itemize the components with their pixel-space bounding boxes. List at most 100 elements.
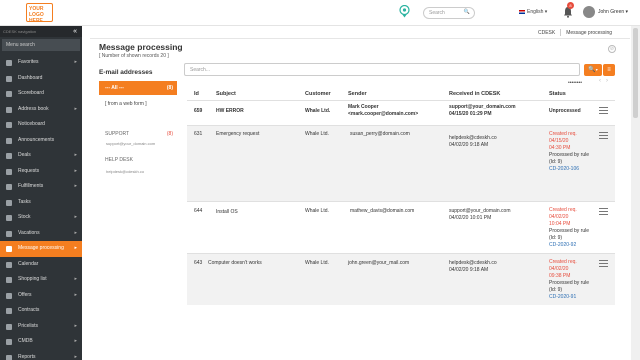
list-options-button[interactable]: ≡	[603, 64, 615, 76]
global-search-placeholder: Search	[429, 10, 445, 16]
divider	[90, 38, 630, 39]
row-status-time: 10:04 PM	[549, 221, 571, 227]
folder-web-form[interactable]: [ from a web form ]	[99, 101, 177, 107]
column-header-sender[interactable]: Sender	[348, 91, 367, 97]
sidebar-item-deals[interactable]: Deals ▸	[0, 148, 82, 164]
row-id: 631	[194, 131, 203, 137]
contracts-icon	[6, 308, 12, 314]
row-status-ref-link[interactable]: CD-2020-92	[549, 242, 576, 249]
sidebar-item-announcements[interactable]: Announcements	[0, 133, 82, 149]
breadcrumb-item-cdesk[interactable]: CDESK	[538, 30, 555, 36]
row-received-at: 04/15/20 01:29 PM	[449, 111, 492, 117]
app-logo[interactable]: YOUR LOGO HERE	[26, 3, 53, 24]
sidebar-item-vacations[interactable]: Vacations ▸	[0, 226, 82, 242]
sidebar-item-label: Contracts	[18, 307, 40, 313]
column-header-subject[interactable]: Subject	[216, 91, 236, 97]
row-subject[interactable]: Computer doesn't works	[208, 260, 262, 267]
sidebar-item-favorites[interactable]: Favorites ▸	[0, 55, 82, 71]
sidebar-item-offers[interactable]: Offers ▸	[0, 288, 82, 304]
sidebar-item-label: Address book	[18, 105, 49, 112]
next-page-icon[interactable]: ›	[606, 78, 608, 84]
chevron-right-icon: ▸	[74, 291, 77, 298]
search-button[interactable]: 🔍▾	[584, 64, 602, 76]
sidebar-item-contracts[interactable]: Contracts	[0, 303, 82, 319]
row-sender-name: Mark Cooper	[348, 104, 379, 110]
row-status-rule: Processed by rule (Id: 9)	[549, 228, 590, 241]
sidebar-item-reports[interactable]: Reports ▸	[0, 350, 82, 360]
sidebar-item-pricelists[interactable]: Pricelists ▸	[0, 319, 82, 335]
chevron-right-icon: ▸	[74, 245, 77, 251]
row-customer: Whale Ltd.	[305, 131, 329, 137]
row-received-to: support@your_domain.com	[449, 208, 511, 214]
dashboard-icon	[6, 75, 12, 82]
sidebar-item-label: Fulfillments	[18, 183, 44, 189]
sidebar-item-cmdb[interactable]: CMDB ▸	[0, 334, 82, 350]
message-search-input[interactable]: Search...	[184, 63, 580, 76]
row-status-time: 09:38 PM	[549, 273, 571, 279]
row-id: 643	[194, 260, 203, 266]
table-row[interactable]: 643 Computer doesn't works Whale Ltd. jo…	[187, 253, 615, 305]
sidebar-item-dashboard[interactable]: Dashboard	[0, 71, 82, 87]
sidebar-header: CDESK navigation «	[0, 26, 82, 37]
prev-page-icon[interactable]: ‹	[599, 78, 601, 84]
menu-icon: ≡	[607, 67, 611, 73]
row-sender-email: susan_perry@domain.com	[350, 131, 410, 137]
chevron-right-icon: ▸	[74, 214, 77, 220]
table-row[interactable]: 659 HW ERROR Whale Ltd. Mark Cooper <mar…	[187, 100, 615, 125]
user-menu[interactable]: John Green ▾	[598, 9, 628, 15]
row-status-ref-link[interactable]: CD-2020-106	[549, 166, 579, 173]
close-icon[interactable]: ⊘	[608, 45, 616, 53]
sidebar-item-stock[interactable]: Stock ▸	[0, 210, 82, 226]
sidebar-item-tasks[interactable]: Tasks	[0, 195, 82, 211]
menu-search-input[interactable]: Menu search	[2, 39, 80, 51]
scrollbar-thumb[interactable]	[633, 28, 638, 118]
row-status-date: 04/02/20	[549, 214, 569, 220]
sidebar-item-shopping-list[interactable]: Shopping list ▸	[0, 272, 82, 288]
sidebar-item-label: Tasks	[18, 198, 31, 205]
table-row[interactable]: 631 Emergency request Whale Ltd. susan_p…	[187, 125, 615, 201]
folder-helpdesk-email: helpdesk@cdeskh.co	[106, 169, 145, 174]
column-header-id[interactable]: Id	[194, 91, 199, 97]
search-icon: 🔍	[588, 67, 596, 73]
row-menu-icon[interactable]	[599, 260, 608, 267]
row-sender-email: mathew_davis@domain.com	[350, 208, 415, 214]
chevron-right-icon: ▸	[74, 152, 77, 158]
language-label: English	[527, 9, 544, 15]
column-header-status[interactable]: Status	[549, 91, 566, 97]
notification-badge: 8	[567, 2, 574, 9]
row-sender-email: <mark.cooper@domain.com>	[348, 111, 419, 117]
vacations-icon	[6, 230, 12, 237]
avatar[interactable]	[583, 6, 595, 18]
row-status-ref-link[interactable]: CD-2020-91	[549, 294, 576, 301]
row-received-at: 04/02/20 10:01 PM	[449, 215, 492, 221]
row-menu-icon[interactable]	[599, 132, 608, 139]
address-book-icon	[6, 106, 12, 113]
folder-all[interactable]: --- All --- (8)	[99, 81, 177, 95]
row-status-date: 04/02/20	[549, 266, 569, 272]
sidebar-item-noticeboard[interactable]: Noticeboard	[0, 117, 82, 133]
language-selector[interactable]: English ▾	[519, 9, 547, 15]
row-subject[interactable]: Install OS	[216, 209, 238, 216]
sidebar-item-message-processing[interactable]: Message processing ▸	[0, 241, 82, 257]
row-subject[interactable]: Emergency request	[216, 131, 259, 138]
row-id: 659	[194, 108, 203, 114]
sidebar-item-fulfillments[interactable]: Fulfillments ▸	[0, 179, 82, 195]
column-header-customer[interactable]: Customer	[305, 91, 331, 97]
row-menu-icon[interactable]	[599, 107, 608, 114]
sidebar-item-scoreboard[interactable]: Scoreboard	[0, 86, 82, 102]
favorites-icon	[6, 60, 12, 66]
row-subject[interactable]: HW ERROR	[216, 108, 244, 115]
sidebar-item-requests[interactable]: Requests ▸	[0, 164, 82, 180]
column-header-received[interactable]: Received in CDESK	[449, 91, 500, 97]
global-search-input[interactable]: Search 🔍	[423, 7, 475, 19]
sidebar-item-calendar[interactable]: Calendar	[0, 257, 82, 273]
location-pin-icon[interactable]	[399, 5, 410, 18]
folder-helpdesk[interactable]: HELP DESK	[99, 157, 177, 163]
folder-support[interactable]: SUPPORT (8)	[99, 131, 177, 137]
collapse-sidebar-icon[interactable]: «	[73, 28, 77, 35]
vertical-scrollbar[interactable]	[631, 26, 640, 360]
row-menu-icon[interactable]	[599, 208, 608, 215]
table-row[interactable]: 644 Install OS Whale Ltd. mathew_davis@d…	[187, 201, 615, 253]
sidebar-item-address-book[interactable]: Address book ▸	[0, 102, 82, 118]
folder-support-label: SUPPORT	[105, 131, 130, 137]
